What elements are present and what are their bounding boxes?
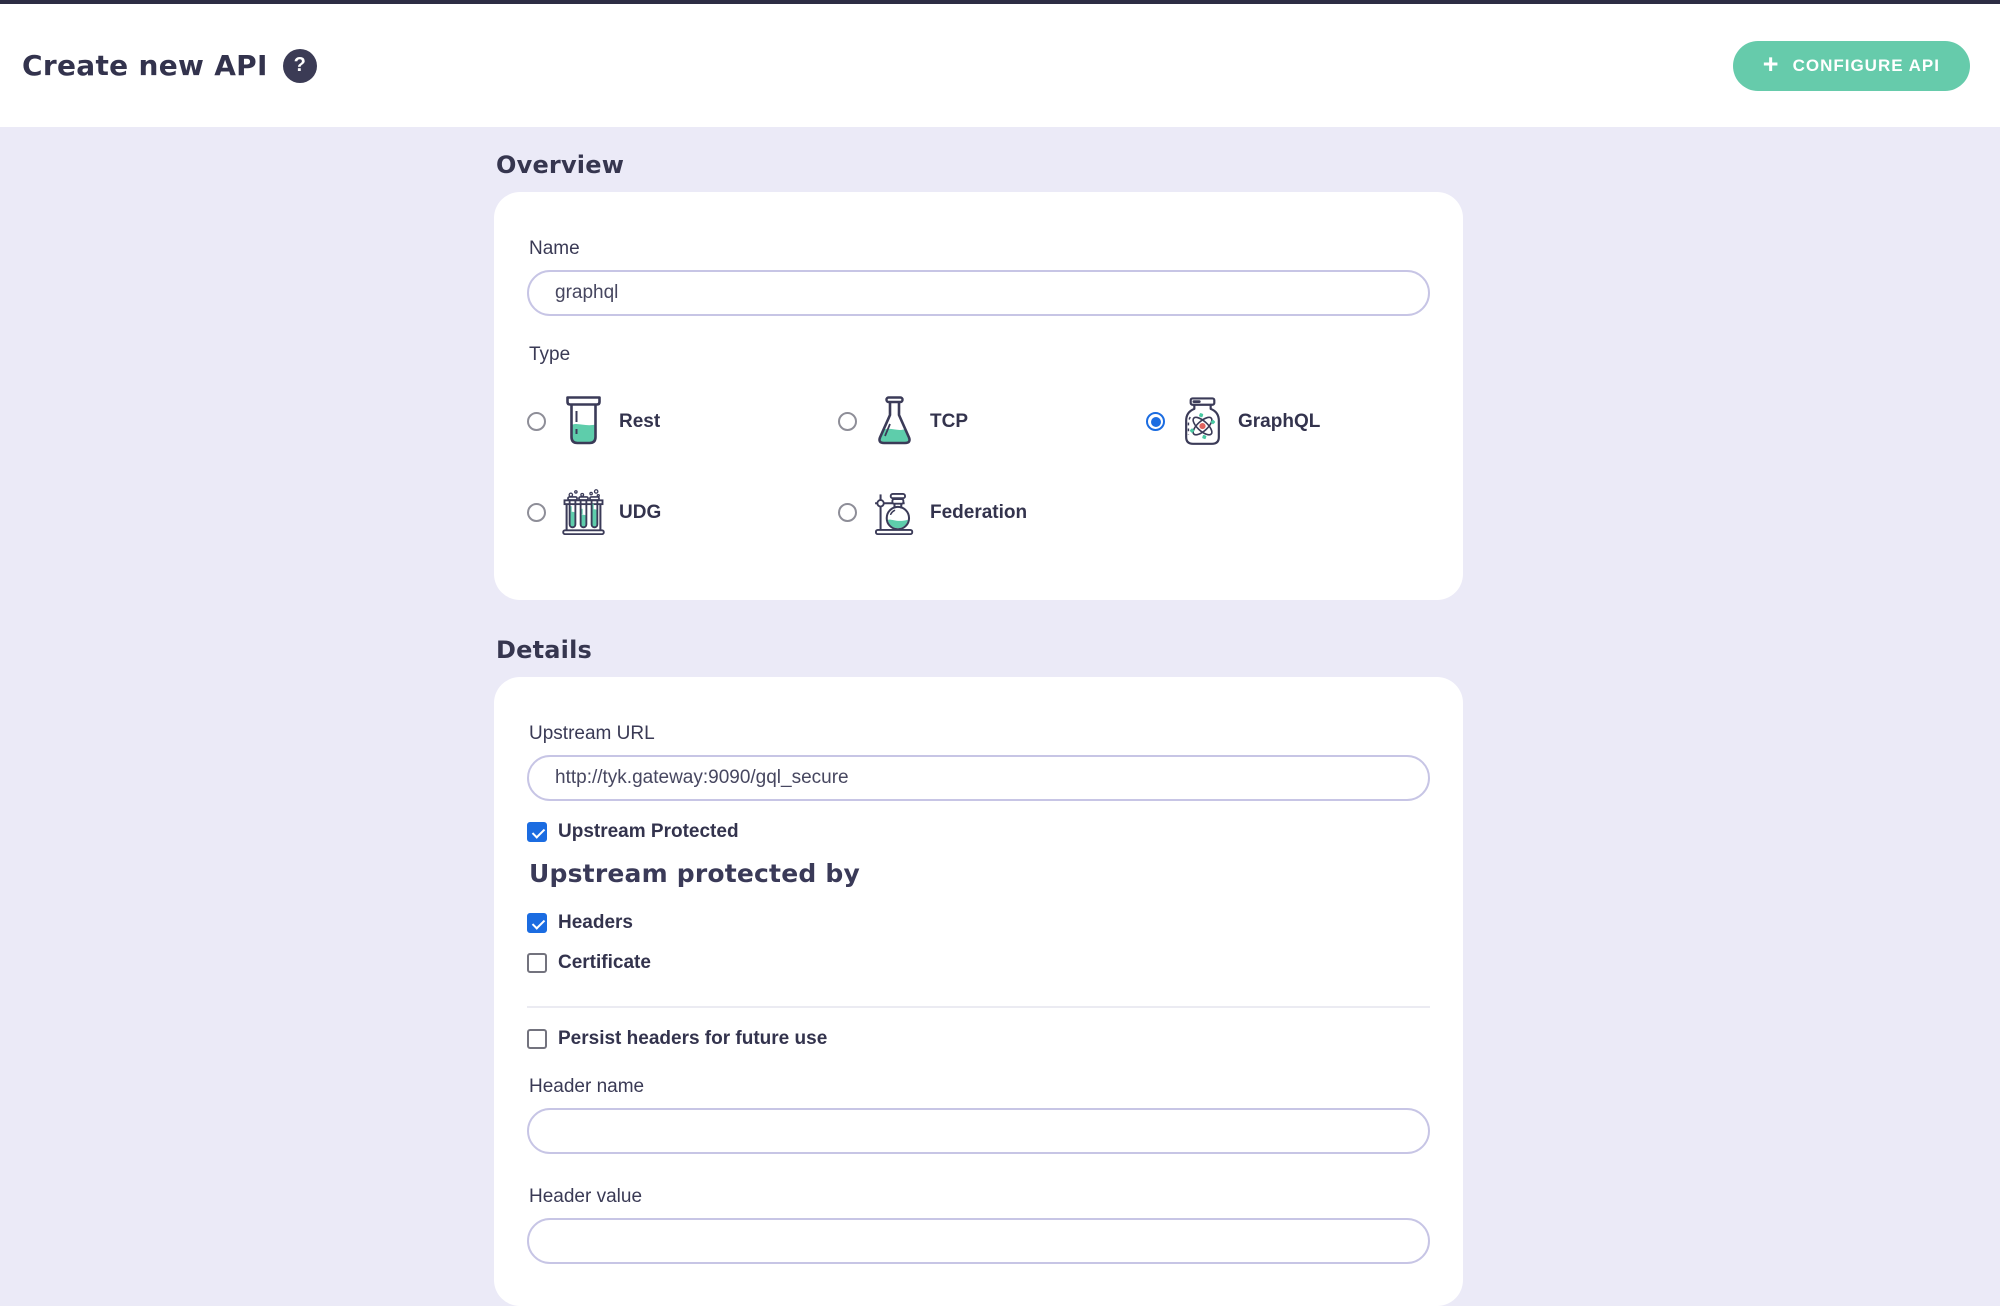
round-flask-stand-icon bbox=[870, 485, 919, 541]
beaker-icon bbox=[559, 394, 608, 450]
radio-federation[interactable] bbox=[838, 503, 857, 522]
type-option-federation[interactable]: Federation bbox=[838, 467, 1146, 558]
certificate-label: Certificate bbox=[558, 952, 651, 974]
headers-label: Headers bbox=[558, 912, 633, 934]
header-name-input[interactable] bbox=[527, 1108, 1430, 1154]
type-option-label: GraphQL bbox=[1238, 411, 1320, 433]
certificate-checkbox[interactable] bbox=[527, 953, 547, 973]
upstream-url-label: Upstream URL bbox=[529, 723, 1430, 745]
type-radio-group: Rest TCP bbox=[527, 376, 1430, 558]
main-content: Overview Name Type Rest bbox=[494, 127, 1463, 1306]
radio-udg[interactable] bbox=[527, 503, 546, 522]
upstream-protected-checkbox[interactable] bbox=[527, 822, 547, 842]
type-option-label: Federation bbox=[930, 502, 1027, 524]
test-tubes-rack-icon bbox=[559, 485, 608, 541]
type-option-label: TCP bbox=[930, 411, 968, 433]
configure-api-button-label: CONFIGURE API bbox=[1793, 56, 1940, 76]
configure-api-button[interactable]: + CONFIGURE API bbox=[1733, 41, 1970, 91]
section-divider bbox=[527, 1006, 1430, 1008]
type-option-label: UDG bbox=[619, 502, 661, 524]
persist-headers-checkbox[interactable] bbox=[527, 1029, 547, 1049]
upstream-protected-label: Upstream Protected bbox=[558, 821, 739, 843]
radio-rest[interactable] bbox=[527, 412, 546, 431]
type-option-graphql[interactable]: GraphQL bbox=[1146, 376, 1430, 467]
upstream-protected-by-title: Upstream protected by bbox=[529, 859, 1430, 888]
jar-atom-icon bbox=[1178, 394, 1227, 450]
upstream-url-input[interactable] bbox=[527, 755, 1430, 801]
header-value-label: Header value bbox=[529, 1186, 1430, 1208]
page-header: Create new API ? + CONFIGURE API bbox=[0, 4, 2000, 127]
headers-checkbox[interactable] bbox=[527, 913, 547, 933]
persist-headers-checkbox-row[interactable]: Persist headers for future use bbox=[527, 1028, 1430, 1050]
header-value-input[interactable] bbox=[527, 1218, 1430, 1264]
page-title: Create new API bbox=[22, 49, 268, 82]
plus-icon: + bbox=[1763, 51, 1780, 78]
help-icon[interactable]: ? bbox=[283, 49, 317, 83]
name-input[interactable] bbox=[527, 270, 1430, 316]
name-label: Name bbox=[529, 238, 1430, 260]
persist-headers-label: Persist headers for future use bbox=[558, 1028, 827, 1050]
type-label: Type bbox=[529, 344, 1430, 366]
radio-tcp[interactable] bbox=[838, 412, 857, 431]
overview-card: Name Type Rest bbox=[494, 192, 1463, 600]
header-name-label: Header name bbox=[529, 1076, 1430, 1098]
overview-section-title: Overview bbox=[496, 151, 1463, 179]
details-section-title: Details bbox=[496, 636, 1463, 664]
headers-checkbox-row[interactable]: Headers bbox=[527, 912, 1430, 934]
type-option-udg[interactable]: UDG bbox=[527, 467, 838, 558]
certificate-checkbox-row[interactable]: Certificate bbox=[527, 952, 1430, 974]
erlenmeyer-flask-icon bbox=[870, 394, 919, 450]
type-option-rest[interactable]: Rest bbox=[527, 376, 838, 467]
type-option-label: Rest bbox=[619, 411, 660, 433]
radio-graphql[interactable] bbox=[1146, 412, 1165, 431]
details-card: Upstream URL Upstream Protected Upstream… bbox=[494, 677, 1463, 1306]
type-option-tcp[interactable]: TCP bbox=[838, 376, 1146, 467]
upstream-protected-checkbox-row[interactable]: Upstream Protected bbox=[527, 821, 1430, 843]
